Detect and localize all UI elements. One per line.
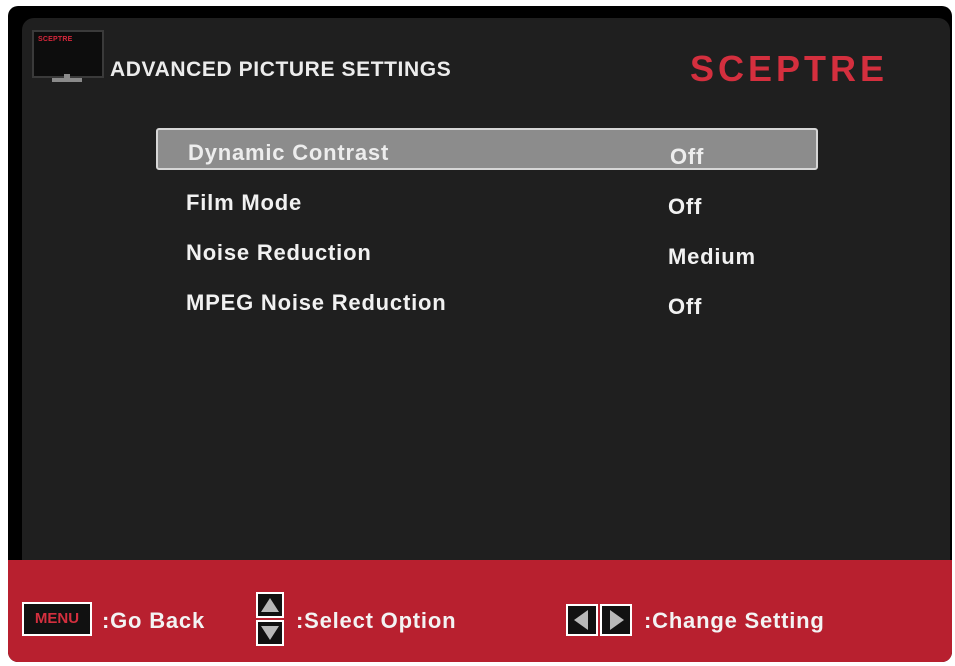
menu-item-value: Off [670, 144, 705, 169]
menu-item-value: Off [668, 294, 703, 319]
tv-icon-brand: SCEPTRE [38, 36, 73, 43]
menu-item-label: MPEG Noise Reduction [186, 290, 447, 315]
menu-item-mpeg-noise-reduction[interactable]: MPEG Noise Reduction Off [156, 280, 818, 322]
menu-item-film-mode[interactable]: Film Mode Off [156, 180, 818, 222]
select-option-hint: :Select Option [296, 608, 457, 633]
page-title: ADVANCED PICTURE SETTINGS [110, 58, 452, 81]
up-down-keys [256, 592, 284, 646]
footer-bar: MENU :Go Back :Select Option :Change Set… [8, 560, 952, 662]
tv-icon-screen: SCEPTRE [32, 30, 104, 78]
menu-item-label: Film Mode [186, 190, 302, 215]
tv-icon: SCEPTRE [30, 28, 104, 88]
menu-item-value: Medium [668, 244, 756, 269]
menu-item-label: Dynamic Contrast [188, 140, 390, 165]
brand-logo: SCEPTRE [690, 48, 889, 89]
change-setting-hint: :Change Setting [644, 608, 825, 633]
menu-item-label: Noise Reduction [186, 240, 372, 265]
up-arrow-icon [256, 592, 284, 618]
menu-item-dynamic-contrast[interactable]: Dynamic Contrast Off [156, 128, 818, 170]
go-back-hint: :Go Back [102, 608, 205, 633]
down-arrow-icon [256, 620, 284, 646]
menu-item-noise-reduction[interactable]: Noise Reduction Medium [156, 230, 818, 272]
menu-item-value: Off [668, 194, 703, 219]
right-arrow-icon [600, 604, 632, 636]
tv-icon-stand [52, 78, 82, 82]
left-right-keys [566, 604, 634, 636]
left-arrow-icon [566, 604, 598, 636]
menu-key-icon: MENU [22, 602, 92, 636]
